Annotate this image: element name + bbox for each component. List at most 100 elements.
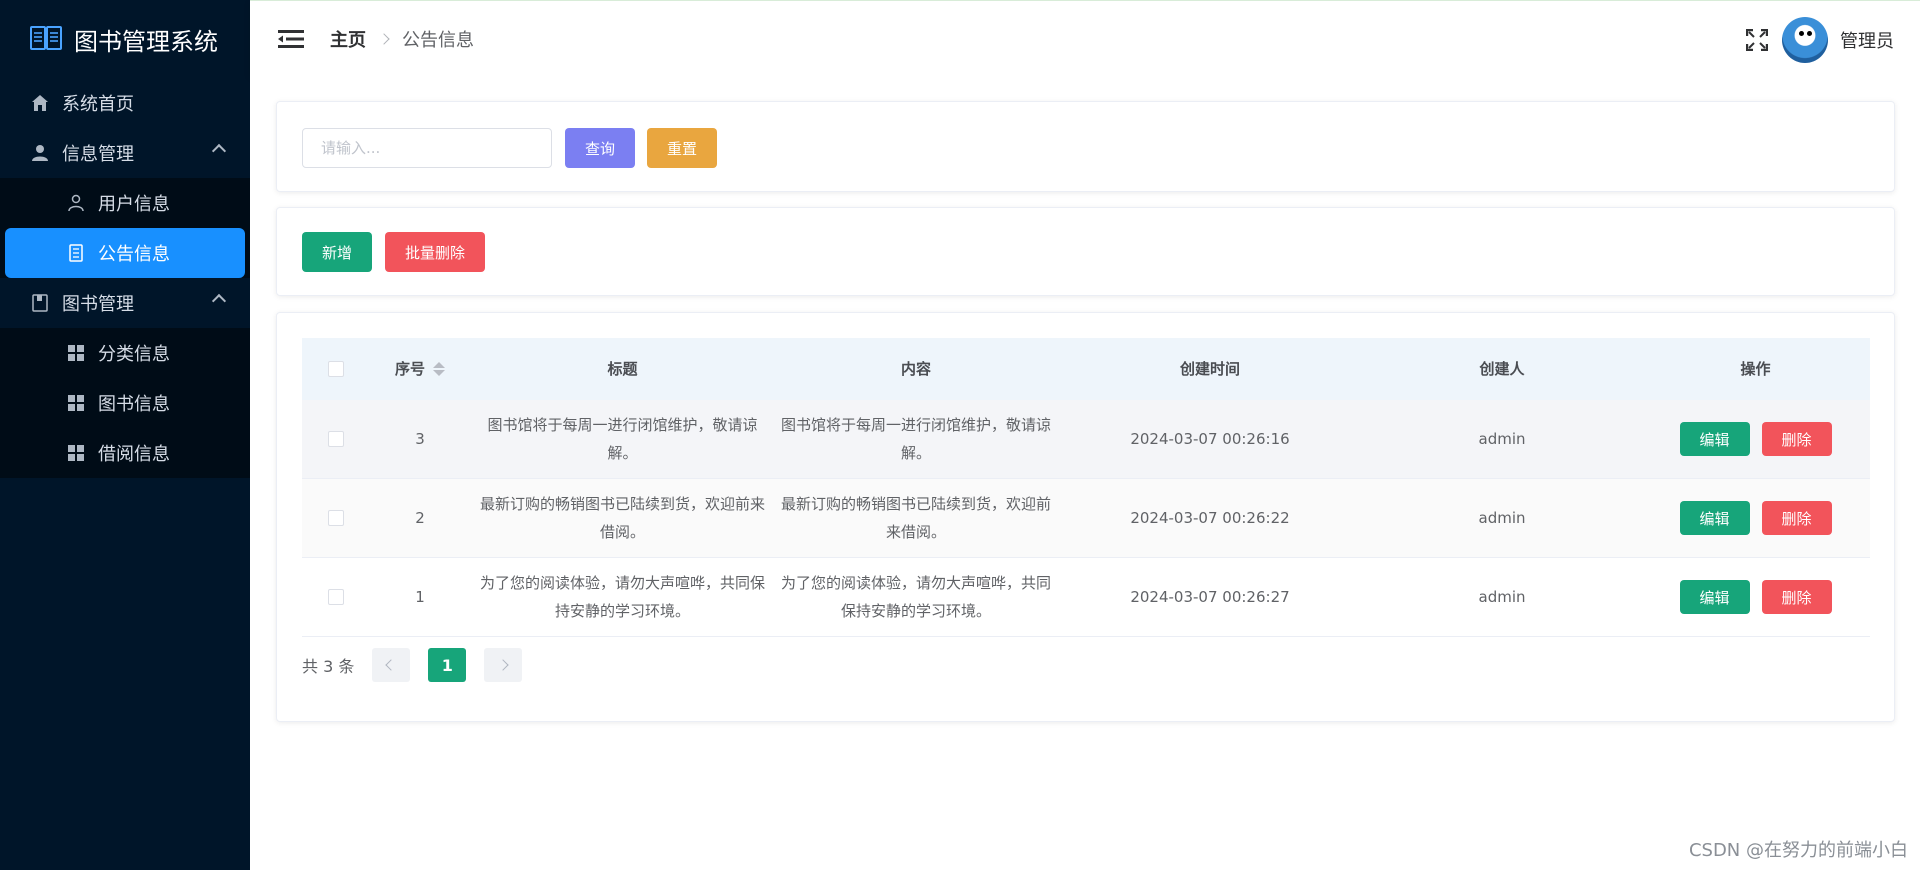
row-created-time: 2024-03-07 00:26:22 [1130, 509, 1290, 527]
delete-button[interactable]: 删除 [1761, 501, 1832, 535]
table-row: 3 图书馆将于每周一进行闭馆维护，敬请谅解。 图书馆将于每周一进行闭馆维护，敬请… [302, 400, 1870, 479]
sidebar-item-users[interactable]: 用户信息 [0, 178, 250, 228]
table-row: 1 为了您的阅读体验，请勿大声喧哗，共同保持安静的学习环境。 为了您的阅读体验，… [302, 558, 1870, 637]
next-page-button[interactable] [484, 648, 523, 682]
row-content: 最新订购的畅销图书已陆续到货，欢迎前来借阅。 [781, 495, 1052, 541]
breadcrumb: 主页 公告信息 [330, 26, 474, 52]
book-submenu: 分类信息 图书信息 借阅信息 [0, 328, 250, 478]
header-index[interactable]: 序号 [370, 355, 470, 383]
document-icon [66, 243, 86, 263]
table-row: 2 最新订购的畅销图书已陆续到货，欢迎前来借阅。 最新订购的畅销图书已陆续到货，… [302, 479, 1870, 558]
top-header: 主页 公告信息 管理员 [250, 0, 1920, 76]
menu-collapse-icon[interactable] [278, 28, 304, 50]
row-actions: 编辑 删除 [1641, 501, 1870, 535]
header-content: 内容 [900, 360, 931, 378]
reset-button[interactable]: 重置 [647, 128, 717, 168]
username[interactable]: 管理员 [1840, 27, 1894, 53]
batch-delete-button[interactable]: 批量删除 [385, 232, 485, 272]
fullscreen-icon[interactable] [1746, 29, 1768, 51]
edit-button[interactable]: 编辑 [1679, 501, 1750, 535]
row-creator: admin [1478, 588, 1526, 606]
row-index: 3 [415, 430, 425, 448]
operations-card: 新增 批量删除 [276, 207, 1895, 296]
sidebar-item-label: 图书信息 [98, 394, 170, 415]
query-button[interactable]: 查询 [565, 128, 635, 168]
sidebar-item-label: 用户信息 [98, 194, 170, 215]
book-icon [30, 293, 50, 313]
chevron-right-icon [378, 32, 390, 45]
sidebar-item-home[interactable]: 系统首页 [0, 78, 250, 128]
row-actions: 编辑 删除 [1641, 422, 1870, 456]
grid-icon [66, 393, 86, 413]
sidebar-item-label: 系统首页 [62, 94, 134, 115]
delete-button[interactable]: 删除 [1761, 580, 1832, 614]
search-card: 查询 重置 [276, 101, 1895, 192]
row-checkbox[interactable] [328, 589, 344, 605]
search-input[interactable] [302, 128, 552, 168]
sort-icon[interactable] [433, 362, 445, 376]
row-checkbox-cell [302, 510, 370, 526]
header-checkbox-cell [302, 361, 370, 377]
breadcrumb-current: 公告信息 [402, 29, 474, 51]
watermark: CSDN @在努力的前端小白 [1688, 840, 1908, 861]
user-outline-icon [66, 193, 86, 213]
header-created-time: 创建时间 [1179, 360, 1240, 378]
grid-icon [66, 343, 86, 363]
user-icon [30, 143, 50, 163]
chevron-up-icon [211, 293, 227, 309]
row-creator: admin [1478, 509, 1526, 527]
sidebar: 图书管理系统 系统首页 信息管理 用户信息 公告信息 图书管理 分类信息 图书信… [0, 0, 250, 870]
sidebar-item-borrowing[interactable]: 借阅信息 [0, 428, 250, 478]
home-icon [30, 93, 50, 113]
main-content: 查询 重置 新增 批量删除 序号 标题 内容 创建时间 创建人 操作 [250, 76, 1920, 870]
chevron-left-icon [385, 659, 398, 671]
row-created-time: 2024-03-07 00:26:16 [1130, 430, 1290, 448]
chevron-right-icon [497, 659, 510, 671]
chevron-up-icon [211, 143, 227, 159]
row-checkbox-cell [302, 589, 370, 605]
row-created-time: 2024-03-07 00:26:27 [1130, 588, 1290, 606]
edit-button[interactable]: 编辑 [1679, 580, 1750, 614]
info-submenu: 用户信息 公告信息 [0, 178, 250, 278]
sidebar-item-label: 分类信息 [98, 344, 170, 365]
prev-page-button[interactable] [372, 648, 411, 682]
sidebar-item-books[interactable]: 图书信息 [0, 378, 250, 428]
row-checkbox[interactable] [328, 431, 344, 447]
header-user-area: 管理员 [1746, 17, 1894, 63]
notice-table: 序号 标题 内容 创建时间 创建人 操作 3 图书馆将于每周一进行闭馆维护，敬请… [302, 338, 1870, 637]
sidebar-item-notices[interactable]: 公告信息 [5, 228, 245, 278]
header-actions: 操作 [1740, 360, 1771, 378]
app-title: 图书管理系统 [74, 27, 218, 56]
header-creator: 创建人 [1479, 360, 1525, 378]
row-checkbox-cell [302, 431, 370, 447]
header-index-label: 序号 [394, 360, 425, 378]
sidebar-item-label: 公告信息 [98, 244, 170, 265]
sidebar-item-info-management[interactable]: 信息管理 [0, 128, 250, 178]
pagination-total: 共 3 条 [302, 657, 355, 676]
sidebar-item-label: 借阅信息 [98, 444, 170, 465]
row-checkbox[interactable] [328, 510, 344, 526]
delete-button[interactable]: 删除 [1761, 422, 1832, 456]
row-index: 2 [415, 509, 425, 527]
sidebar-item-book-management[interactable]: 图书管理 [0, 278, 250, 328]
pagination: 共 3 条 1 [302, 648, 523, 682]
row-title: 为了您的阅读体验，请勿大声喧哗，共同保持安静的学习环境。 [479, 574, 765, 620]
page-number-button[interactable]: 1 [428, 648, 467, 682]
row-title: 图书馆将于每周一进行闭馆维护，敬请谅解。 [487, 416, 758, 462]
sidebar-item-label: 信息管理 [62, 144, 134, 165]
breadcrumb-home[interactable]: 主页 [330, 26, 366, 52]
edit-button[interactable]: 编辑 [1679, 422, 1750, 456]
row-actions: 编辑 删除 [1641, 580, 1870, 614]
select-all-checkbox[interactable] [328, 361, 344, 377]
sidebar-item-categories[interactable]: 分类信息 [0, 328, 250, 378]
add-button[interactable]: 新增 [302, 232, 372, 272]
row-content: 为了您的阅读体验，请勿大声喧哗，共同保持安静的学习环境。 [781, 574, 1052, 620]
sidebar-item-label: 图书管理 [62, 294, 134, 315]
table-card: 序号 标题 内容 创建时间 创建人 操作 3 图书馆将于每周一进行闭馆维护，敬请… [276, 312, 1895, 722]
avatar[interactable] [1782, 17, 1828, 63]
row-title: 最新订购的畅销图书已陆续到货，欢迎前来借阅。 [479, 495, 765, 541]
table-header: 序号 标题 内容 创建时间 创建人 操作 [302, 338, 1870, 400]
logo: 图书管理系统 [0, 0, 250, 78]
header-title: 标题 [607, 360, 638, 378]
row-creator: admin [1478, 430, 1526, 448]
